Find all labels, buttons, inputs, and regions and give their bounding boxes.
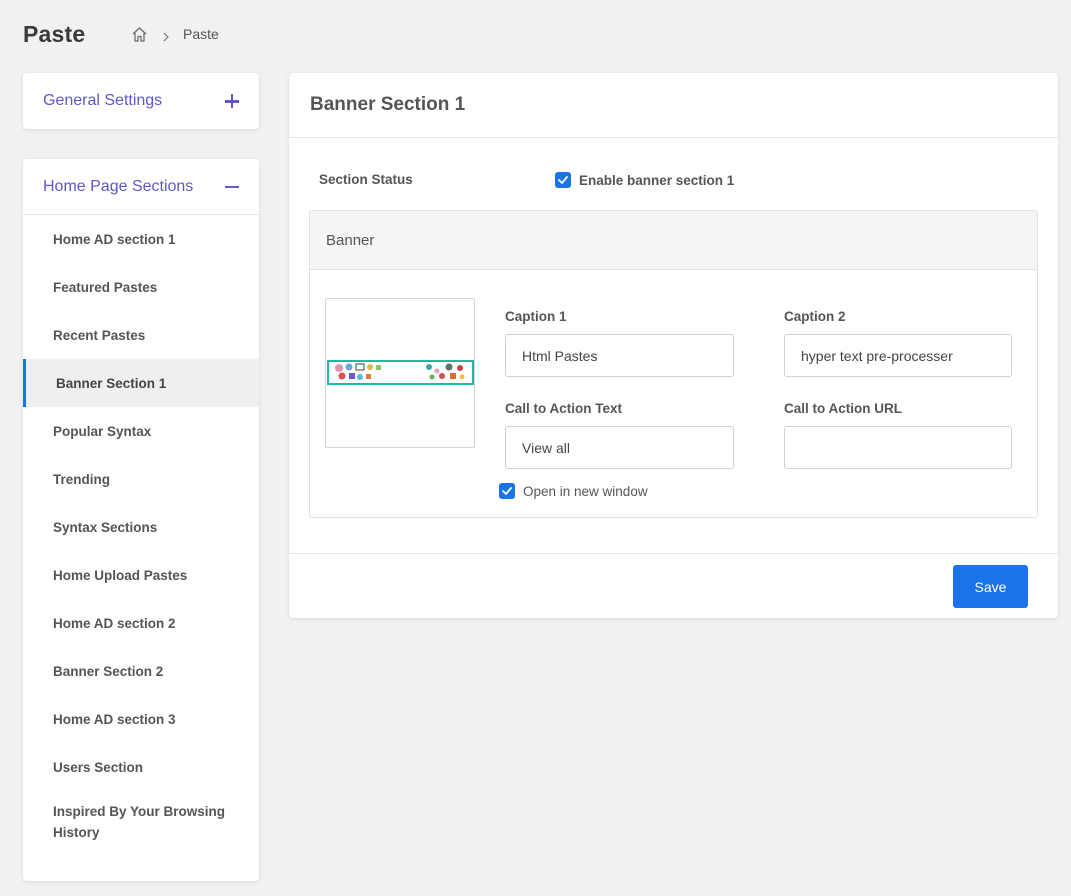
cta-text-label: Call to Action Text xyxy=(505,401,623,416)
card-header: Banner Section 1 xyxy=(289,73,1058,138)
cta-url-input[interactable] xyxy=(784,426,1012,469)
caption-1-input[interactable] xyxy=(505,334,734,377)
open-new-window-checkbox[interactable] xyxy=(499,483,515,499)
enable-banner-label: Enable banner section 1 xyxy=(579,172,735,188)
cta-url-label: Call to Action URL xyxy=(784,401,902,416)
caption-2-label: Caption 2 xyxy=(784,309,846,324)
page-title: Paste xyxy=(23,20,86,47)
open-new-window-checkbox-wrapper[interactable]: Open in new window xyxy=(499,483,648,499)
sidebar-item-syntax-sections[interactable]: Syntax Sections xyxy=(23,503,259,551)
cta-url-field: Call to Action URL xyxy=(784,401,1012,469)
general-settings-title: General Settings xyxy=(43,92,163,109)
general-settings-header[interactable]: General Settings xyxy=(23,73,259,129)
caption-2-field: Caption 2 xyxy=(784,309,1012,377)
banner-panel: Banner Caption 1 Html Pastes Caption 2 h… xyxy=(309,210,1038,518)
card-footer: Save xyxy=(289,553,1058,618)
plus-icon[interactable] xyxy=(225,94,239,108)
home-page-sections-header[interactable]: Home Page Sections xyxy=(23,159,259,215)
cta-text-input[interactable] xyxy=(505,426,734,469)
caption-1-field: Caption 1 xyxy=(505,309,734,377)
sidebar-item-banner-section-1[interactable]: Banner Section 1 xyxy=(23,359,259,407)
enable-banner-checkbox[interactable] xyxy=(555,172,571,188)
banner-collage-image xyxy=(335,363,465,380)
minus-icon[interactable] xyxy=(225,180,239,194)
open-new-window-label: Open in new window xyxy=(523,483,648,499)
enable-banner-checkbox-wrapper[interactable]: Enable banner section 1 xyxy=(555,172,734,188)
caption-1-label: Caption 1 xyxy=(505,309,567,324)
sidebar-item-banner-section-2[interactable]: Banner Section 2 xyxy=(23,647,259,695)
breadcrumb-current: Paste xyxy=(183,26,219,42)
card-title: Banner Section 1 xyxy=(310,94,466,115)
sidebar-item-inspired-by-browsing-history[interactable]: Inspired By Your Browsing History xyxy=(23,791,259,853)
cta-text-field: Call to Action Text xyxy=(505,401,734,469)
home-page-sections-title: Home Page Sections xyxy=(43,177,194,195)
section-status-label: Section Status xyxy=(319,172,413,187)
banner-section-card: Banner Section 1 Section Status Enable b… xyxy=(289,73,1058,618)
banner-image-preview xyxy=(327,360,474,385)
chevron-right-icon xyxy=(162,29,170,42)
caption-2-input[interactable] xyxy=(784,334,1012,377)
save-button[interactable]: Save xyxy=(953,565,1028,608)
banner-image-thumbnail[interactable] xyxy=(325,298,475,448)
sidebar-item-users-section[interactable]: Users Section xyxy=(23,743,259,791)
general-settings-card: General Settings xyxy=(23,73,259,129)
sidebar-item-home-ad-section-1[interactable]: Home AD section 1 xyxy=(23,215,259,263)
sidebar-item-home-upload-pastes[interactable]: Home Upload Pastes xyxy=(23,551,259,599)
home-icon[interactable] xyxy=(131,26,148,43)
checkmark-icon xyxy=(502,487,512,495)
section-status-row: Section Status Enable banner section 1 xyxy=(319,171,1039,191)
sidebar-item-home-ad-section-2[interactable]: Home AD section 2 xyxy=(23,599,259,647)
page-header: Paste xyxy=(23,19,85,49)
home-page-sections-card: Home Page Sections Home AD section 1 Fea… xyxy=(23,159,259,881)
sidebar-item-home-ad-section-3[interactable]: Home AD section 3 xyxy=(23,695,259,743)
sidebar-item-recent-pastes[interactable]: Recent Pastes xyxy=(23,311,259,359)
sidebar-item-featured-pastes[interactable]: Featured Pastes xyxy=(23,263,259,311)
breadcrumb: Paste xyxy=(131,24,219,44)
banner-panel-heading: Banner xyxy=(310,211,1037,270)
home-page-sections-list: Home AD section 1 Featured Pastes Recent… xyxy=(23,215,259,853)
sidebar-item-trending[interactable]: Trending xyxy=(23,455,259,503)
sidebar-item-popular-syntax[interactable]: Popular Syntax xyxy=(23,407,259,455)
checkmark-icon xyxy=(558,176,568,184)
